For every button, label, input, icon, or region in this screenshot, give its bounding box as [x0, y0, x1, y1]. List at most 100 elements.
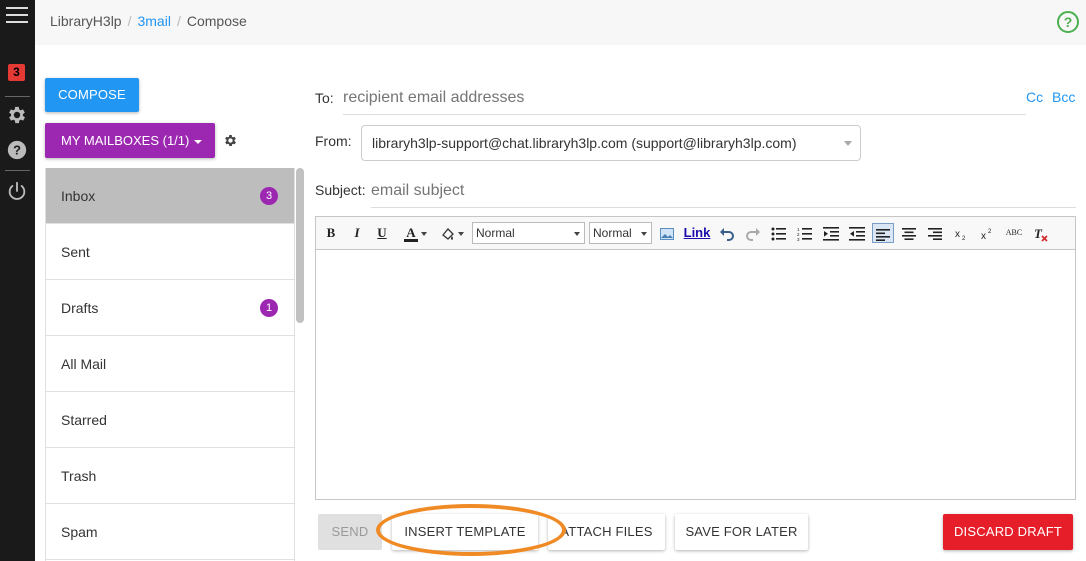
menu-icon[interactable] [6, 7, 28, 28]
caret-down-icon [458, 231, 464, 236]
subject-input[interactable] [371, 180, 1076, 208]
redo-icon [746, 227, 760, 241]
italic-button[interactable]: I [348, 223, 366, 243]
align-right-icon [928, 227, 942, 240]
align-right-button[interactable] [925, 223, 945, 243]
svg-text:2: 2 [962, 236, 966, 241]
folder-all-mail[interactable]: All Mail [46, 336, 294, 392]
breadcrumb-3mail[interactable]: 3mail [137, 13, 170, 29]
breadcrumb-home[interactable]: LibraryH3lp [50, 13, 122, 29]
insert-image-button[interactable] [657, 223, 677, 243]
folder-starred[interactable]: Starred [46, 392, 294, 448]
folder-inbox[interactable]: Inbox 3 [46, 168, 294, 224]
bulleted-list-button[interactable] [769, 223, 789, 243]
text-color-button[interactable]: A [400, 223, 430, 243]
remove-format-button[interactable]: T [1031, 223, 1051, 243]
breadcrumb-current: Compose [186, 13, 247, 29]
editor-body[interactable] [316, 250, 1075, 499]
format-select-value: Normal [476, 226, 515, 240]
subject-label: Subject: [315, 182, 366, 198]
align-left-icon [876, 228, 890, 241]
folder-sent[interactable]: Sent [46, 224, 294, 280]
svg-text:?: ? [13, 143, 21, 158]
gear-icon[interactable] [6, 104, 28, 126]
caret-down-icon [574, 232, 580, 236]
indent-icon [823, 226, 839, 241]
outdent-button[interactable] [847, 223, 867, 243]
folder-drafts[interactable]: Drafts 1 [46, 280, 294, 336]
compose-button[interactable]: COMPOSE [45, 78, 139, 112]
save-for-later-button[interactable]: SAVE FOR LATER [675, 514, 808, 550]
settings-gear-icon[interactable] [223, 133, 238, 148]
rail-divider [5, 96, 30, 97]
folder-label: Sent [61, 244, 90, 260]
subscript-icon: x 2 [955, 229, 966, 242]
rich-text-editor: B I U A Normal Normal Link 1 2 3 x 2 x 2… [315, 216, 1076, 500]
folder-label: Drafts [61, 300, 99, 316]
power-icon[interactable] [6, 180, 28, 202]
chevron-down-icon [844, 141, 852, 146]
subscript-button[interactable]: x 2 [951, 223, 971, 243]
caret-down-icon [641, 232, 647, 236]
folder-trash[interactable]: Trash [46, 448, 294, 504]
indent-button[interactable] [821, 223, 841, 243]
help-icon[interactable]: ? [6, 139, 28, 161]
from-select[interactable]: libraryh3lp-support@chat.libraryh3lp.com… [361, 125, 861, 161]
my-mailboxes-label: MY MAILBOXES (1/1) [61, 133, 190, 148]
bold-button[interactable]: B [322, 223, 340, 243]
notification-badge[interactable]: 3 [8, 64, 25, 81]
from-label: From: [315, 133, 352, 149]
editor-toolbar: B I U A Normal Normal Link 1 2 3 x 2 x 2… [316, 217, 1075, 250]
redo-button[interactable] [743, 223, 763, 243]
svg-text:?: ? [1064, 14, 1073, 30]
help-icon[interactable]: ? [1056, 10, 1080, 34]
unread-count-badge: 3 [260, 187, 278, 205]
cc-link[interactable]: Cc [1026, 89, 1043, 105]
unread-count-badge: 1 [260, 299, 278, 317]
svg-text:A: A [406, 225, 416, 240]
my-mailboxes-dropdown[interactable]: MY MAILBOXES (1/1) [45, 123, 215, 158]
bullet-list-icon [771, 227, 786, 241]
to-input[interactable] [343, 87, 1026, 115]
folder-label: Inbox [61, 188, 96, 204]
superscript-icon: x 2 [981, 229, 992, 242]
send-button[interactable]: SEND [318, 514, 382, 550]
svg-text:x: x [981, 231, 986, 241]
format-select[interactable]: Normal [472, 222, 585, 244]
folder-label: Starred [61, 412, 107, 428]
font-size-select-value: Normal [593, 226, 632, 240]
undo-button[interactable] [717, 223, 737, 243]
link-button[interactable]: Link [682, 223, 712, 243]
folder-list: Inbox 3 Sent Drafts 1 All Mail Starred T… [45, 168, 295, 561]
insert-template-button[interactable]: INSERT TEMPLATE [392, 514, 538, 550]
folder-label: All Mail [61, 356, 107, 372]
caret-down-icon [421, 231, 427, 236]
align-center-button[interactable] [899, 223, 919, 243]
numbered-list-button[interactable]: 1 2 3 [795, 223, 815, 243]
clear-format-icon: T [1034, 226, 1048, 242]
discard-draft-button[interactable]: DISCARD DRAFT [943, 514, 1073, 550]
folder-label: Trash [61, 468, 97, 484]
numbered-list-icon: 1 2 3 [797, 227, 812, 242]
attach-files-button[interactable]: ATTACH FILES [548, 514, 665, 550]
outdent-icon [849, 226, 865, 241]
superscript-button[interactable]: x 2 [977, 223, 997, 243]
svg-text:x: x [955, 229, 960, 240]
align-left-button[interactable] [872, 223, 894, 243]
rail-divider [5, 170, 30, 171]
underline-button[interactable]: U [373, 223, 391, 243]
paint-bucket-icon [442, 227, 454, 240]
svg-text:3: 3 [797, 237, 800, 241]
from-value: libraryh3lp-support@chat.libraryh3lp.com… [372, 135, 797, 151]
to-label: To: [315, 90, 334, 106]
folder-spam[interactable]: Spam [46, 504, 294, 560]
bcc-link[interactable]: Bcc [1052, 89, 1075, 105]
folder-scrollbar[interactable] [296, 168, 304, 323]
spellcheck-button[interactable]: ABC [1002, 223, 1026, 243]
breadcrumb-bar: LibraryH3lp/3mail / Compose ? [35, 0, 1086, 45]
svg-text:2: 2 [988, 229, 992, 235]
font-size-select[interactable]: Normal [589, 222, 652, 244]
background-color-button[interactable] [436, 223, 468, 243]
folder-label: Spam [61, 524, 98, 540]
breadcrumb: LibraryH3lp/3mail / Compose [50, 13, 247, 29]
